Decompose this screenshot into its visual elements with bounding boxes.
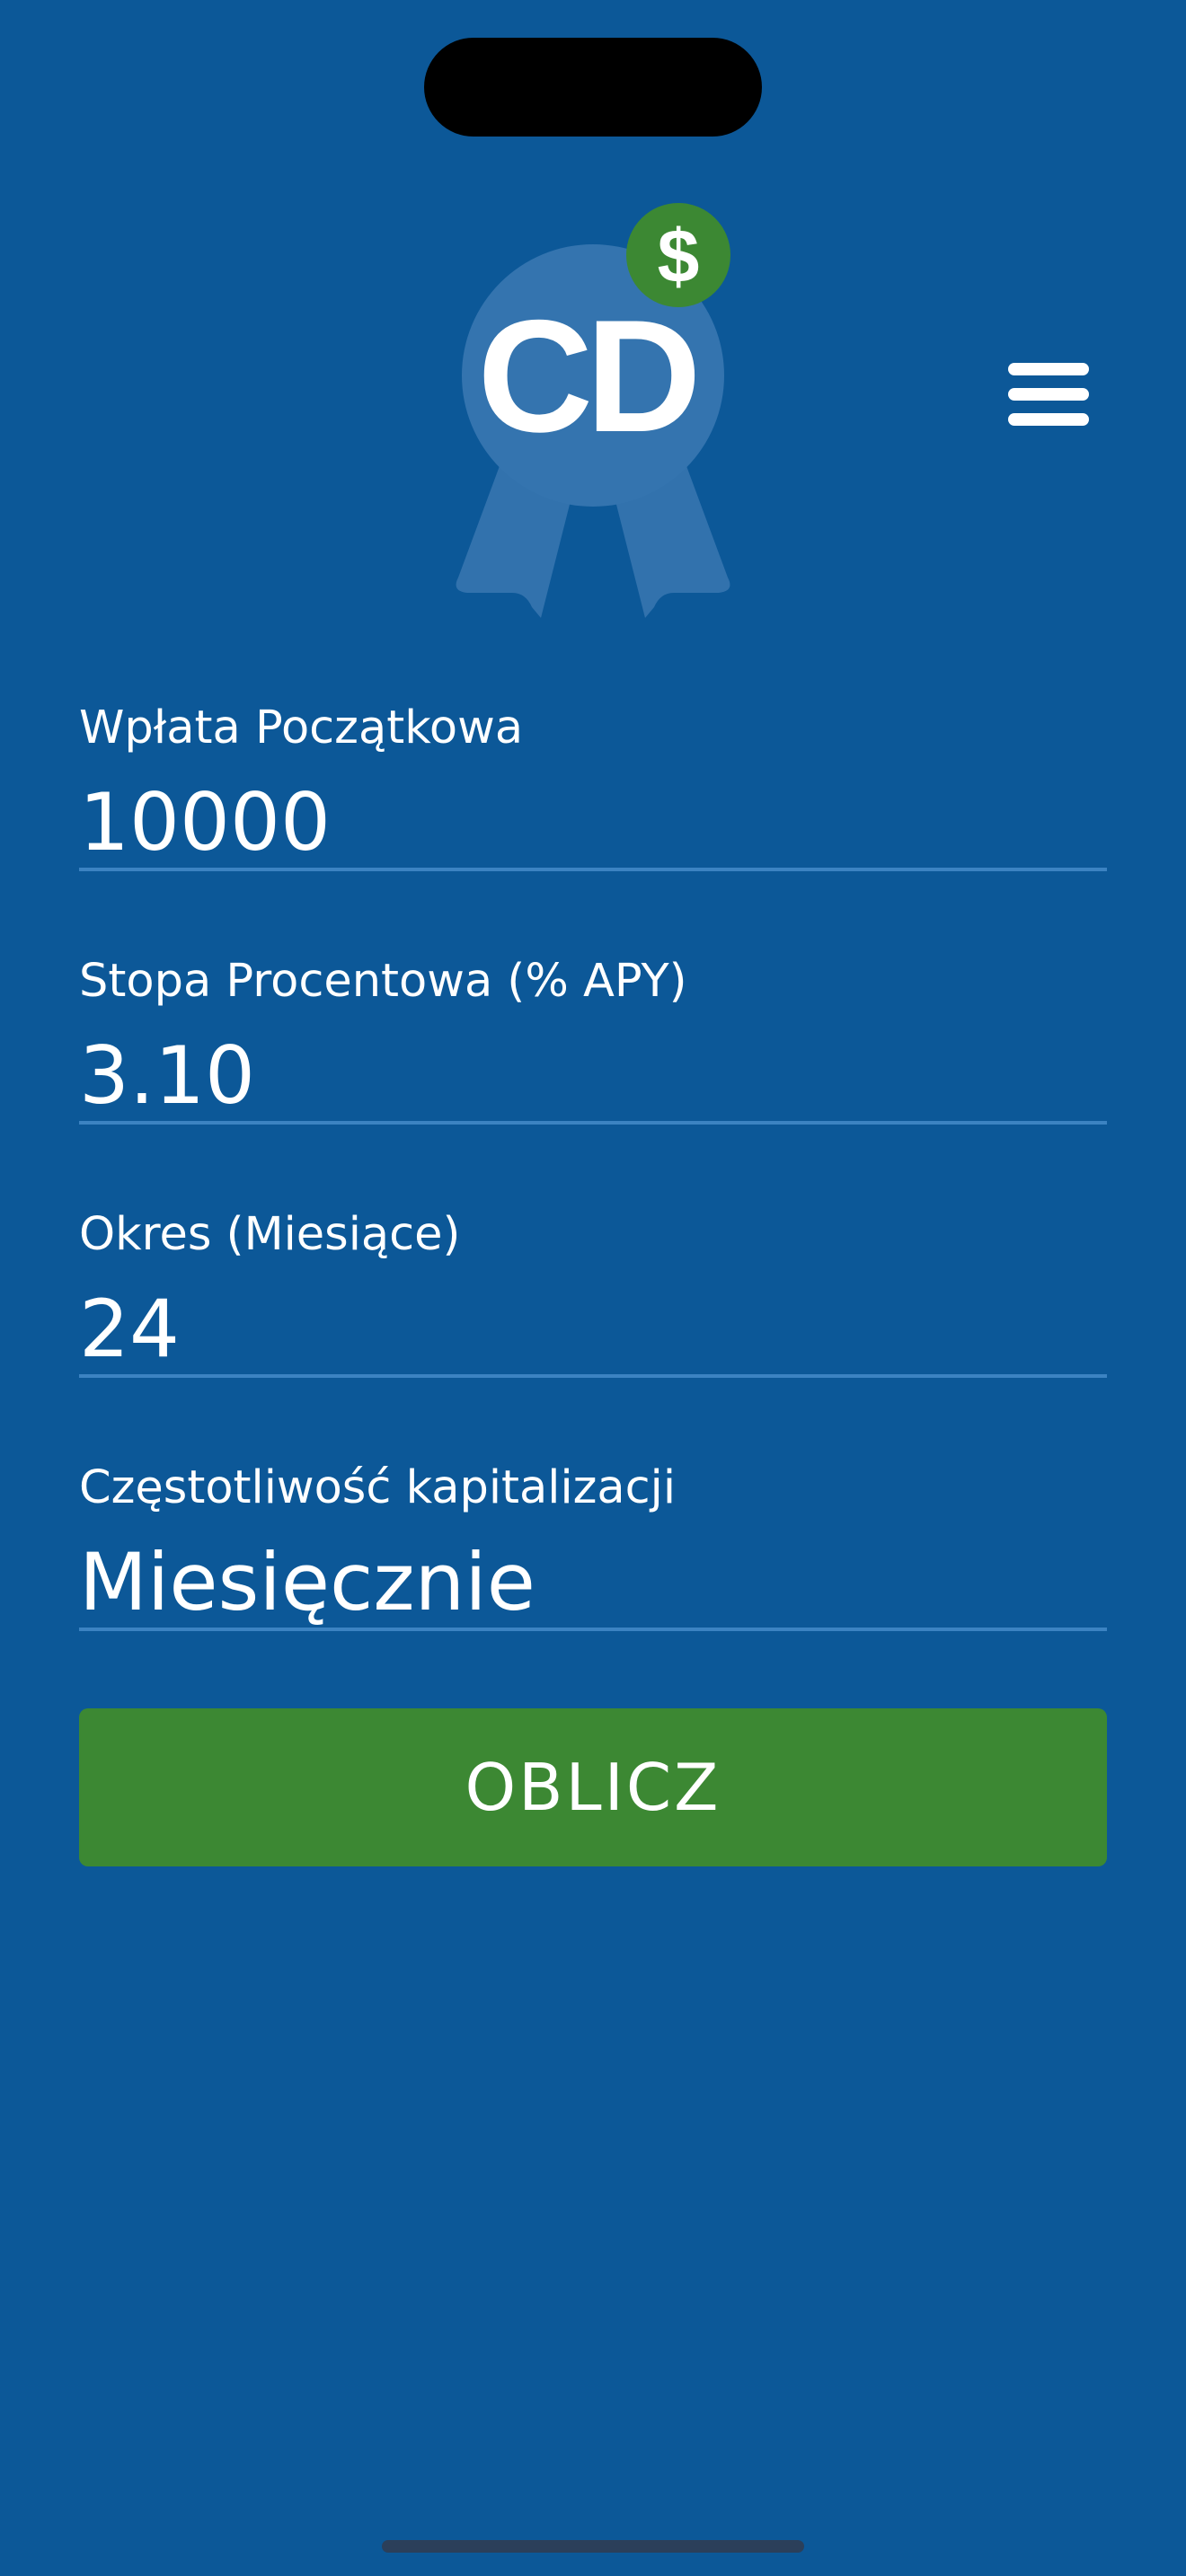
compounding-frequency-label: Częstotliwość kapitalizacji [79,1461,677,1514]
dollar-icon: $ [658,214,700,298]
interest-rate-field: Stopa Procentowa (% APY) 3.10 [79,945,1107,1198]
hamburger-menu-icon-bar [1008,413,1089,426]
calculator-screen: CD $ Wpłata Początkowa 10000 Stopa Proce… [0,0,1186,2576]
initial-deposit-input[interactable]: 10000 [79,778,1107,871]
initial-deposit-field: Wpłata Początkowa 10000 [79,692,1107,945]
term-months-input[interactable]: 24 [79,1284,1107,1378]
dynamic-island [424,38,762,137]
compounding-frequency-field: Częstotliwość kapitalizacji Miesięcznie [79,1451,1107,1705]
hamburger-menu-button[interactable] [988,355,1109,434]
initial-deposit-label: Wpłata Początkowa [79,701,524,754]
cd-calculator-form: Wpłata Początkowa 10000 Stopa Procentowa… [79,692,1107,1705]
term-months-label: Okres (Miesiące) [79,1208,461,1261]
interest-rate-input[interactable]: 3.10 [79,1031,1107,1125]
cd-ribbon-logo: CD $ [456,203,730,618]
hamburger-menu-icon-bar [1008,388,1089,401]
term-months-field: Okres (Miesiące) 24 [79,1198,1107,1451]
home-indicator[interactable] [382,2540,804,2553]
calculate-button[interactable]: OBLICZ [79,1708,1107,1866]
compounding-frequency-select[interactable]: Miesięcznie [79,1538,1107,1631]
hamburger-menu-icon-bar [1008,363,1089,375]
logo-text: CD [477,287,695,465]
interest-rate-label: Stopa Procentowa (% APY) [79,955,687,1008]
